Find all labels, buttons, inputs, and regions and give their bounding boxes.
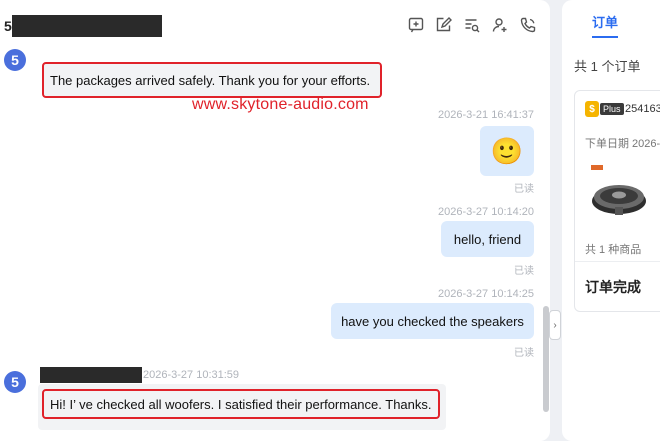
contact-name: 5 (4, 15, 162, 37)
message-timestamp: 2026-3-21 16:41:37 (438, 109, 535, 121)
avatar[interactable]: 5 (4, 49, 26, 71)
order-count: 共 1 个订单 (574, 59, 641, 74)
chat-panel: 5 5 The packages arrived safely. Thank y… (0, 0, 550, 441)
order-date: 下单日期 2026- (585, 138, 660, 150)
read-status: 已读 (514, 266, 534, 277)
phone-icon[interactable] (519, 16, 536, 33)
avatar[interactable]: 5 (4, 371, 26, 393)
order-panel: 订单 共 1 个订单 $ Plus 254163 下单日期 2026- 共 1 … (562, 0, 660, 441)
message-bubble-outgoing: have you checked the speakers (331, 303, 534, 339)
order-id: 254163 (625, 103, 660, 115)
message-bubble-outgoing: 🙂 (480, 126, 534, 176)
message-bubble-incoming: The packages arrived safely. Thank you f… (42, 62, 382, 98)
redacted-sender-name (40, 367, 142, 383)
edit-icon[interactable] (435, 16, 452, 33)
message-bubble-outgoing: hello, friend (441, 221, 534, 257)
speaker-product-image (591, 165, 646, 215)
divider (575, 261, 660, 262)
plus-label: Plus (600, 103, 624, 115)
tab-active-indicator (592, 36, 618, 38)
coin-icon: $ (585, 101, 599, 117)
order-status: 订单完成 (585, 279, 641, 295)
message-timestamp: 2026-3-27 10:31:59 (143, 369, 240, 381)
redacted-name (11, 15, 162, 37)
search-list-icon[interactable] (463, 16, 480, 33)
chat-toolbar (407, 16, 536, 33)
contact-name-initial: 5 (4, 18, 12, 34)
tab-orders[interactable]: 订单 (592, 12, 618, 31)
smile-emoji: 🙂 (490, 135, 524, 166)
message-timestamp: 2026-3-27 10:14:20 (438, 206, 535, 218)
item-count: 共 1 种商品 (585, 244, 642, 256)
message-text: have you checked the speakers (341, 313, 524, 329)
watermark: www.skytone-audio.com (192, 96, 369, 113)
message-text: hello, friend (453, 231, 522, 247)
read-status: 已读 (514, 184, 534, 195)
highlighted-message: Hi! I’ ve checked all woofers. I satisfi… (42, 389, 440, 419)
order-card[interactable]: $ Plus 254163 下单日期 2026- 共 1 种商品 订单完成 (574, 90, 660, 312)
read-status: 已读 (514, 348, 534, 359)
add-note-icon[interactable] (407, 16, 424, 33)
collapse-panel-button[interactable]: › (549, 310, 561, 340)
plus-badge: $ Plus (585, 101, 624, 117)
add-contact-icon[interactable] (491, 16, 508, 33)
message-text: The packages arrived safely. Thank you f… (50, 72, 371, 88)
message-timestamp: 2026-3-27 10:14:25 (438, 288, 535, 300)
message-text: Hi! I’ ve checked all woofers. I satisfi… (50, 396, 432, 412)
